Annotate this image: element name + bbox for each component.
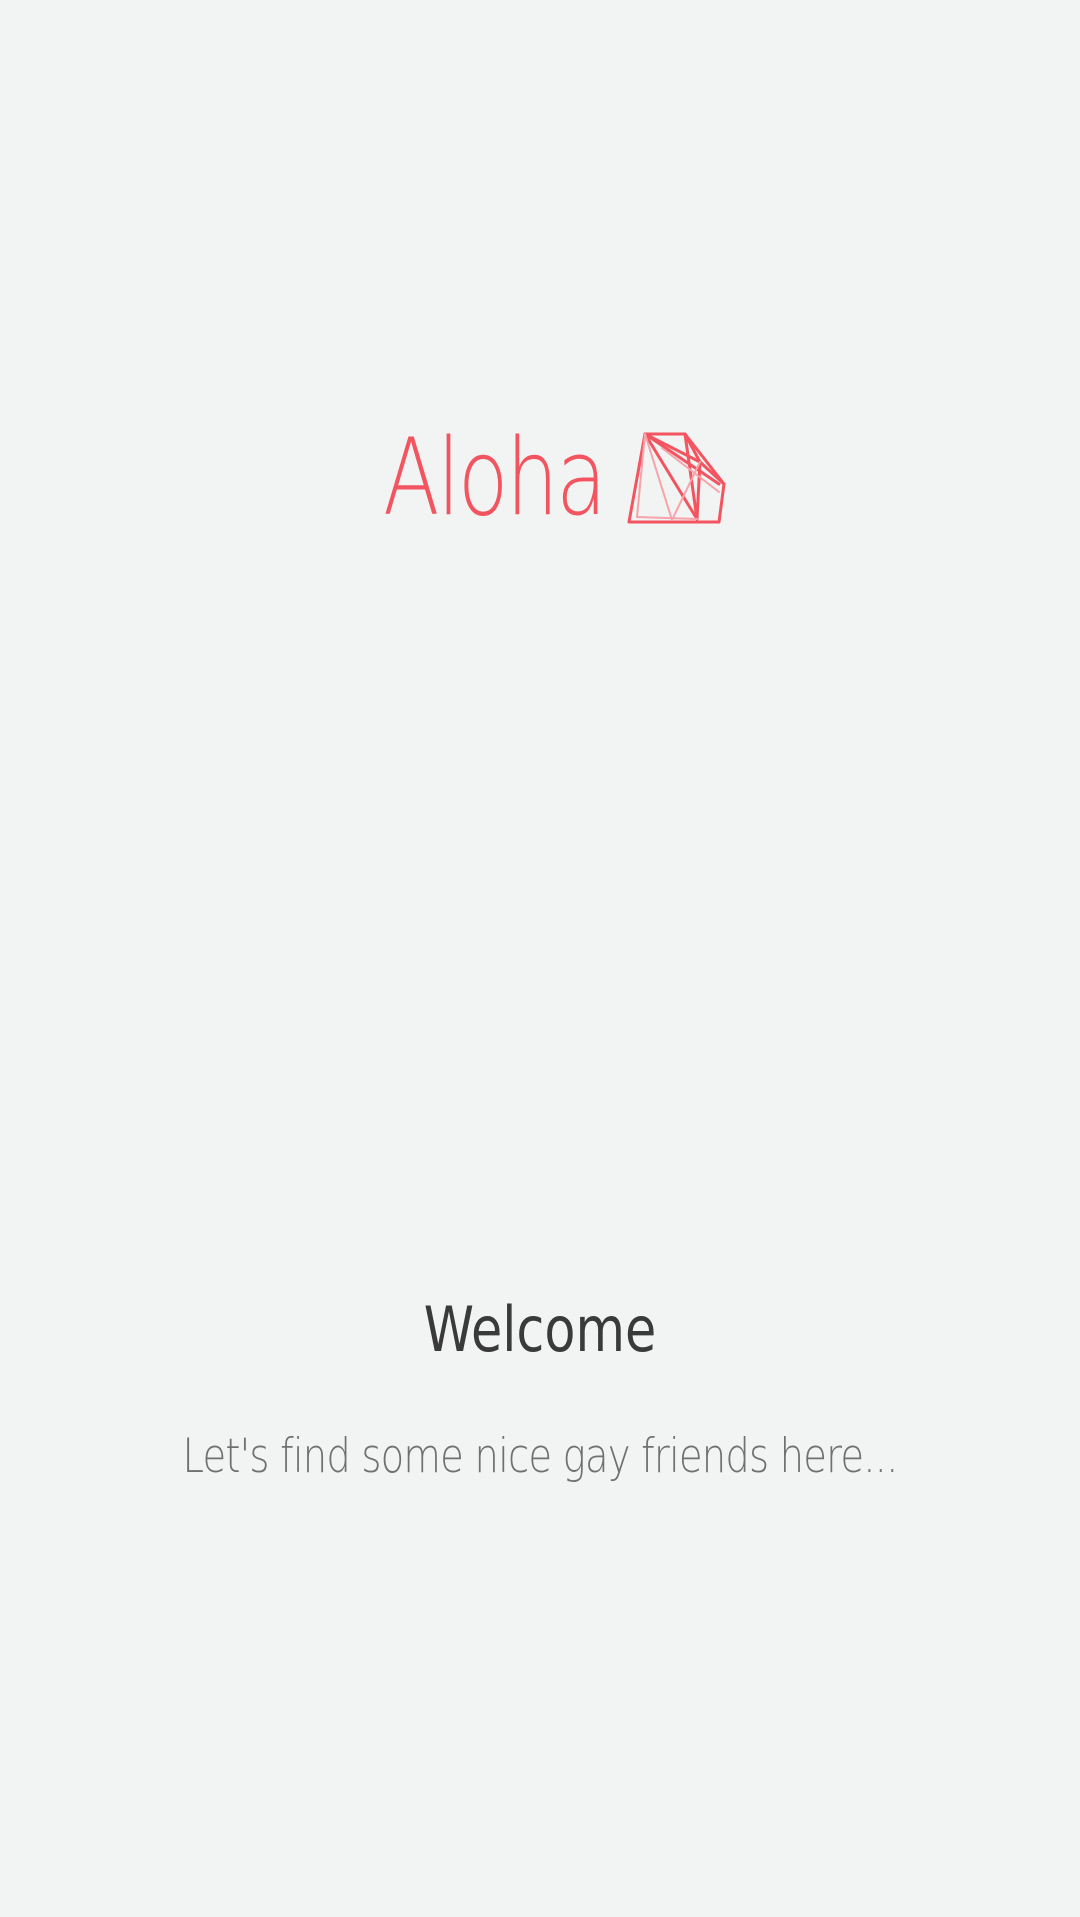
welcome-title: Welcome [423, 1293, 657, 1366]
welcome-screen: Aloha Welcome Let's find some nice gay f… [0, 0, 1080, 1917]
gem-icon [627, 432, 726, 524]
welcome-subtitle: Let's find some nice gay friends here... [182, 1429, 898, 1484]
app-logo: Aloha [383, 416, 623, 539]
app-logo-text: Aloha [383, 416, 607, 539]
